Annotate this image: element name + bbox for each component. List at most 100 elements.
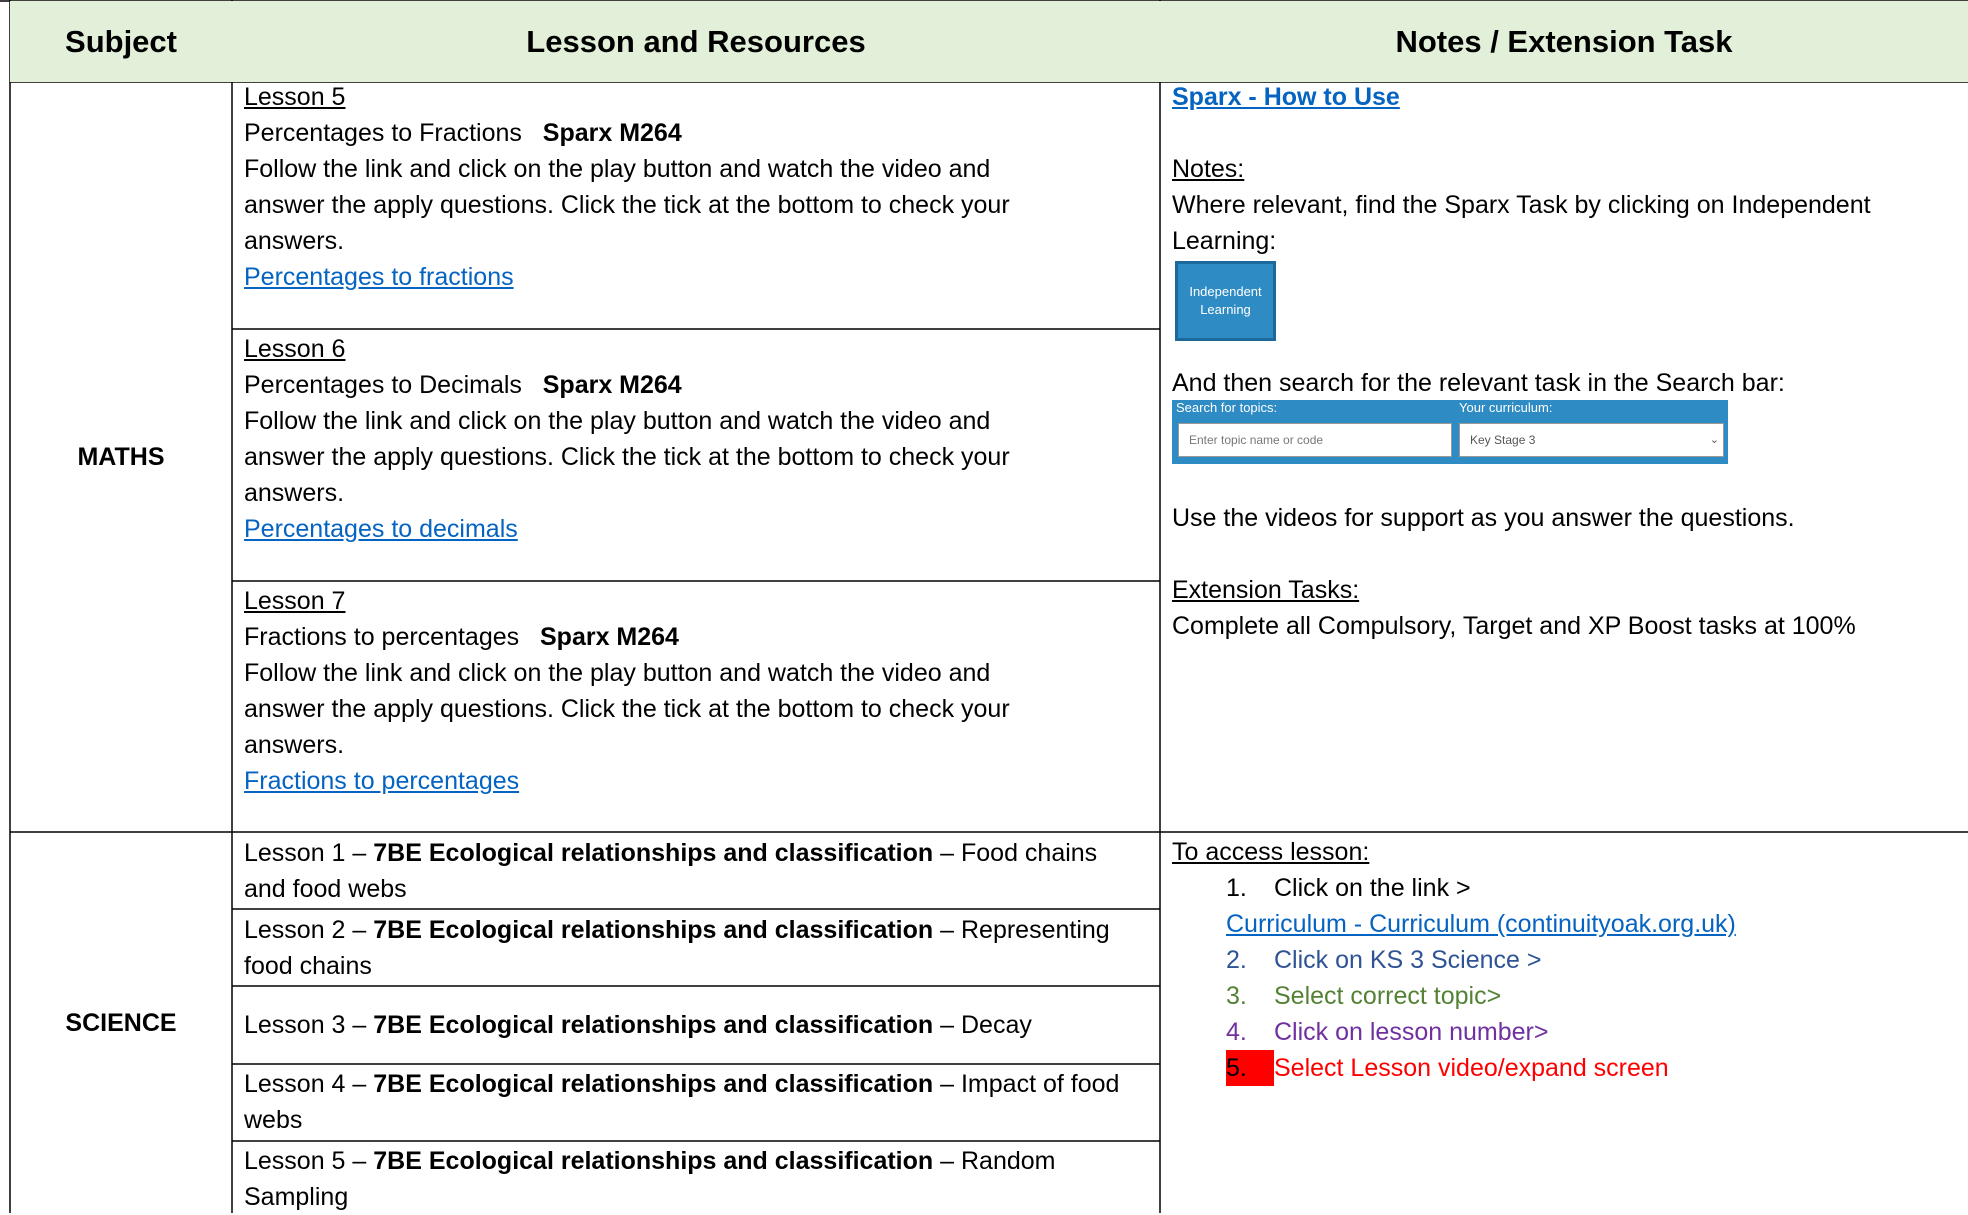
header-notes: Notes / Extension Task bbox=[1160, 1, 1968, 82]
step-number: 2. bbox=[1226, 946, 1247, 974]
step-number: 5. bbox=[1226, 1050, 1274, 1086]
sparx-code: Sparx M264 bbox=[542, 371, 682, 399]
step-3: 3. Select correct topic> bbox=[1226, 978, 1962, 1014]
dash: – bbox=[940, 916, 955, 944]
search-input[interactable]: Enter topic name or code bbox=[1178, 423, 1452, 457]
access-steps: 1. Click on the link > Curriculum - Curri… bbox=[1226, 870, 1962, 1086]
instruction-line: answer the apply questions. Click the ti… bbox=[244, 443, 1010, 471]
percentages-to-fractions-link[interactable]: Percentages to fractions bbox=[244, 263, 514, 291]
notes-heading: Notes: bbox=[1172, 155, 1245, 183]
unit-title: 7BE Ecological relationships and classif… bbox=[373, 1011, 934, 1039]
science-lesson-2: Lesson 2 – 7BE Ecological relationships … bbox=[232, 912, 1160, 984]
dash: – bbox=[352, 1147, 367, 1175]
chevron-down-icon: ⌄ bbox=[1709, 434, 1719, 446]
notes-text: Learning: bbox=[1172, 227, 1277, 255]
lesson-title: Lesson 1 bbox=[244, 839, 346, 867]
step-5: 5. Select Lesson video/expand screen bbox=[1226, 1050, 1962, 1086]
dash: – bbox=[940, 1070, 955, 1098]
step-1: 1. Click on the link > bbox=[1226, 870, 1962, 906]
instruction-line: answers. bbox=[244, 479, 345, 507]
access-heading: To access lesson: bbox=[1172, 838, 1370, 866]
step-text: Click on KS 3 Science > bbox=[1274, 946, 1542, 974]
step-2: 2. Click on KS 3 Science > bbox=[1226, 942, 1962, 978]
lesson-topic: Percentages to Fractions bbox=[244, 119, 522, 147]
search-instruction: And then search for the relevant task in… bbox=[1172, 365, 1962, 401]
step-text: Click on lesson number> bbox=[1274, 1018, 1549, 1046]
unit-title: 7BE Ecological relationships and classif… bbox=[373, 916, 934, 944]
instruction-line: Follow the link and click on the play bu… bbox=[244, 659, 991, 687]
science-lesson-4: Lesson 4 – 7BE Ecological relationships … bbox=[232, 1066, 1160, 1138]
maths-notes: Sparx - How to Use Notes: Where relevant… bbox=[1172, 79, 1962, 259]
lesson-topic: Decay bbox=[960, 1011, 1032, 1039]
science-notes: To access lesson: 1. Click on the link > … bbox=[1172, 834, 1962, 1086]
sparx-how-to-use-link[interactable]: Sparx - How to Use bbox=[1172, 83, 1400, 111]
dash: – bbox=[940, 1147, 955, 1175]
lesson-title: Lesson 3 bbox=[244, 1011, 346, 1039]
lesson-title: Lesson 5 bbox=[244, 83, 346, 111]
sparx-search-bar: Search for topics: Enter topic name or c… bbox=[1172, 400, 1728, 464]
lesson-topic-cont: webs bbox=[244, 1106, 303, 1134]
instruction-line: Follow the link and click on the play bu… bbox=[244, 407, 991, 435]
notes-text: Use the videos for support as you answer… bbox=[1172, 504, 1795, 532]
header-lesson-label: Lesson and Resources bbox=[526, 23, 866, 59]
step-text: Click on the link > bbox=[1274, 874, 1471, 902]
lesson-title: Lesson 2 bbox=[244, 916, 346, 944]
lesson-topic: Food chains bbox=[960, 839, 1098, 867]
sparx-code: Sparx M264 bbox=[542, 119, 682, 147]
lesson-plan-page: Subject Lesson and Resources Notes / Ext… bbox=[0, 0, 1968, 1213]
step-number: 3. bbox=[1226, 982, 1247, 1010]
sparx-code: Sparx M264 bbox=[540, 623, 679, 651]
header-notes-label: Notes / Extension Task bbox=[1395, 23, 1733, 59]
step-text: Select correct topic> bbox=[1274, 982, 1502, 1010]
instruction-line: answer the apply questions. Click the ti… bbox=[244, 191, 1010, 219]
dash: – bbox=[352, 839, 367, 867]
lesson-topic: Impact of food bbox=[960, 1070, 1120, 1098]
curriculum-value: Key Stage 3 bbox=[1470, 433, 1536, 447]
dash: – bbox=[940, 1011, 955, 1039]
notes-text: Where relevant, find the Sparx Task by c… bbox=[1172, 191, 1871, 219]
header-lesson: Lesson and Resources bbox=[232, 1, 1160, 82]
lesson-topic-cont: food chains bbox=[244, 952, 372, 980]
lesson-topic-cont: Sampling bbox=[244, 1183, 349, 1211]
unit-title: 7BE Ecological relationships and classif… bbox=[373, 1147, 934, 1175]
dash: – bbox=[352, 1070, 367, 1098]
subject-science: SCIENCE bbox=[10, 832, 232, 1213]
step-text: Select Lesson video/expand screen bbox=[1274, 1054, 1669, 1082]
subject-maths: MATHS bbox=[10, 82, 232, 832]
maths-notes-lower: Use the videos for support as you answer… bbox=[1172, 500, 1962, 644]
unit-title: 7BE Ecological relationships and classif… bbox=[373, 839, 934, 867]
percentages-to-decimals-link[interactable]: Percentages to decimals bbox=[244, 515, 518, 543]
lesson-topic-cont: and food webs bbox=[244, 875, 407, 903]
science-lesson-1: Lesson 1 – 7BE Ecological relationships … bbox=[232, 835, 1160, 907]
independent-learning-button[interactable]: Independent Learning bbox=[1175, 261, 1276, 341]
lesson-topic: Representing bbox=[960, 916, 1110, 944]
maths-lesson-7: Lesson 7 Fractions to percentages Sparx … bbox=[232, 583, 1160, 799]
instruction-line: answer the apply questions. Click the ti… bbox=[244, 695, 1010, 723]
search-label: Search for topics: bbox=[1176, 400, 1278, 415]
step-number: 4. bbox=[1226, 1018, 1247, 1046]
lesson-topic: Fractions to percentages bbox=[244, 623, 520, 651]
fractions-to-percentages-link[interactable]: Fractions to percentages bbox=[244, 767, 519, 795]
subject-maths-label: MATHS bbox=[77, 443, 165, 471]
dash: – bbox=[940, 839, 955, 867]
button-label: Learning bbox=[1200, 302, 1251, 317]
dash: – bbox=[352, 916, 367, 944]
curriculum-link[interactable]: Curriculum - Curriculum (continuityoak.o… bbox=[1226, 910, 1736, 938]
lesson-title: Lesson 4 bbox=[244, 1070, 346, 1098]
science-lesson-3: Lesson 3 – 7BE Ecological relationships … bbox=[232, 1007, 1160, 1043]
subject-science-label: SCIENCE bbox=[65, 1008, 177, 1037]
curriculum-label: Your curriculum: bbox=[1459, 400, 1553, 415]
lesson-topic: Random bbox=[960, 1147, 1056, 1175]
button-label: Independent bbox=[1189, 284, 1262, 299]
lesson-title: Lesson 5 bbox=[244, 1147, 346, 1175]
instruction-line: answers. bbox=[244, 731, 345, 759]
notes-text: And then search for the relevant task in… bbox=[1172, 369, 1785, 397]
lesson-topic-line: Percentages to Decimals Sparx M264 bbox=[244, 367, 1160, 403]
extension-text: Complete all Compulsory, Target and XP B… bbox=[1172, 612, 1856, 640]
curriculum-select[interactable]: Key Stage 3 ⌄ bbox=[1459, 423, 1724, 457]
maths-lesson-5: Lesson 5 Percentages to Fractions Sparx … bbox=[232, 79, 1160, 295]
header-subject: Subject bbox=[10, 1, 232, 82]
dash: – bbox=[352, 1011, 367, 1039]
science-lesson-5: Lesson 5 – 7BE Ecological relationships … bbox=[232, 1143, 1160, 1215]
extension-heading: Extension Tasks: bbox=[1172, 576, 1360, 604]
